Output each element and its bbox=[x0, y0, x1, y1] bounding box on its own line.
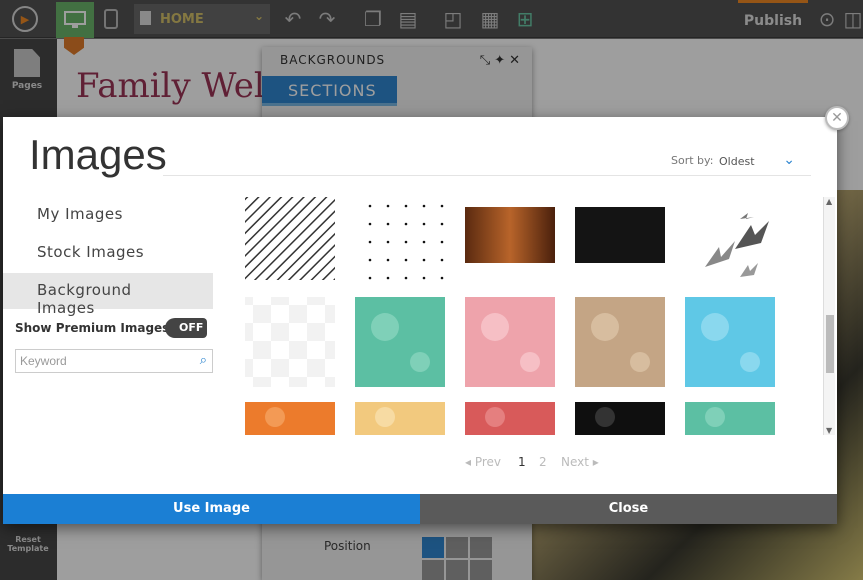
thumb-wood-brown[interactable] bbox=[465, 207, 555, 263]
nav-background-images[interactable]: Background Images bbox=[3, 273, 213, 317]
page-2[interactable]: 2 bbox=[539, 455, 547, 469]
thumb-dark-texture[interactable] bbox=[575, 207, 665, 263]
nav-my-images[interactable]: My Images bbox=[3, 197, 213, 233]
image-grid bbox=[235, 197, 825, 435]
sort-select[interactable]: Oldest ⌄ bbox=[719, 152, 795, 168]
modal-close-icon[interactable]: ✕ bbox=[825, 106, 849, 130]
thumb-floral-blue[interactable] bbox=[685, 297, 775, 387]
chevron-down-icon: ⌄ bbox=[783, 152, 795, 168]
grid-scrollbar[interactable]: ▲ ▼ bbox=[823, 197, 835, 435]
nav-stock-images[interactable]: Stock Images bbox=[3, 235, 213, 271]
thumb-floral-teal[interactable] bbox=[355, 297, 445, 387]
divider bbox=[163, 175, 811, 176]
thumb-floral-orange[interactable] bbox=[245, 402, 335, 435]
images-modal: Images Sort by: Oldest ⌄ My Images Stock… bbox=[3, 117, 837, 524]
search-placeholder: Keyword bbox=[20, 354, 67, 368]
thumb-diagonal-stripes[interactable] bbox=[245, 197, 335, 280]
thumb-floral-red[interactable] bbox=[465, 402, 555, 435]
premium-label: Show Premium Images: bbox=[15, 321, 175, 335]
thumb-dot-grid[interactable] bbox=[355, 197, 445, 280]
thumb-checker[interactable] bbox=[245, 297, 335, 387]
keyword-search-input[interactable]: Keyword ⌕ bbox=[15, 349, 213, 373]
close-button[interactable]: Close bbox=[420, 494, 837, 524]
scroll-up-icon[interactable]: ▲ bbox=[826, 197, 832, 206]
next-label: Next bbox=[561, 455, 589, 469]
thumb-floral-tan[interactable] bbox=[575, 297, 665, 387]
thumb-birds[interactable] bbox=[705, 213, 769, 277]
thumb-floral-black[interactable] bbox=[575, 402, 665, 435]
pagination-next[interactable]: Next ▸ bbox=[561, 455, 599, 469]
sort-value: Oldest bbox=[719, 155, 755, 168]
app-root: ▶ HOME ⌄ ↶ ↷ ❐ ▤ ◰ ▦ ⊞ Publish ⊙ ◫ Pages… bbox=[0, 0, 863, 580]
modal-title: Images bbox=[29, 131, 167, 178]
sort-label: Sort by: bbox=[671, 154, 714, 167]
thumb-floral-teal-2[interactable] bbox=[685, 402, 775, 435]
search-icon[interactable]: ⌕ bbox=[200, 352, 207, 368]
use-image-button[interactable]: Use Image bbox=[3, 494, 420, 524]
scroll-down-icon[interactable]: ▼ bbox=[826, 426, 832, 435]
premium-toggle[interactable]: OFF bbox=[165, 318, 207, 338]
thumb-floral-pink[interactable] bbox=[465, 297, 555, 387]
thumb-floral-yellow[interactable] bbox=[355, 402, 445, 435]
prev-label: Prev bbox=[474, 455, 502, 469]
pagination-prev[interactable]: ◂ Prev bbox=[465, 455, 501, 469]
scrollbar-thumb[interactable] bbox=[826, 315, 834, 373]
page-1[interactable]: 1 bbox=[518, 455, 526, 469]
image-grid-thumbnails bbox=[245, 197, 775, 435]
